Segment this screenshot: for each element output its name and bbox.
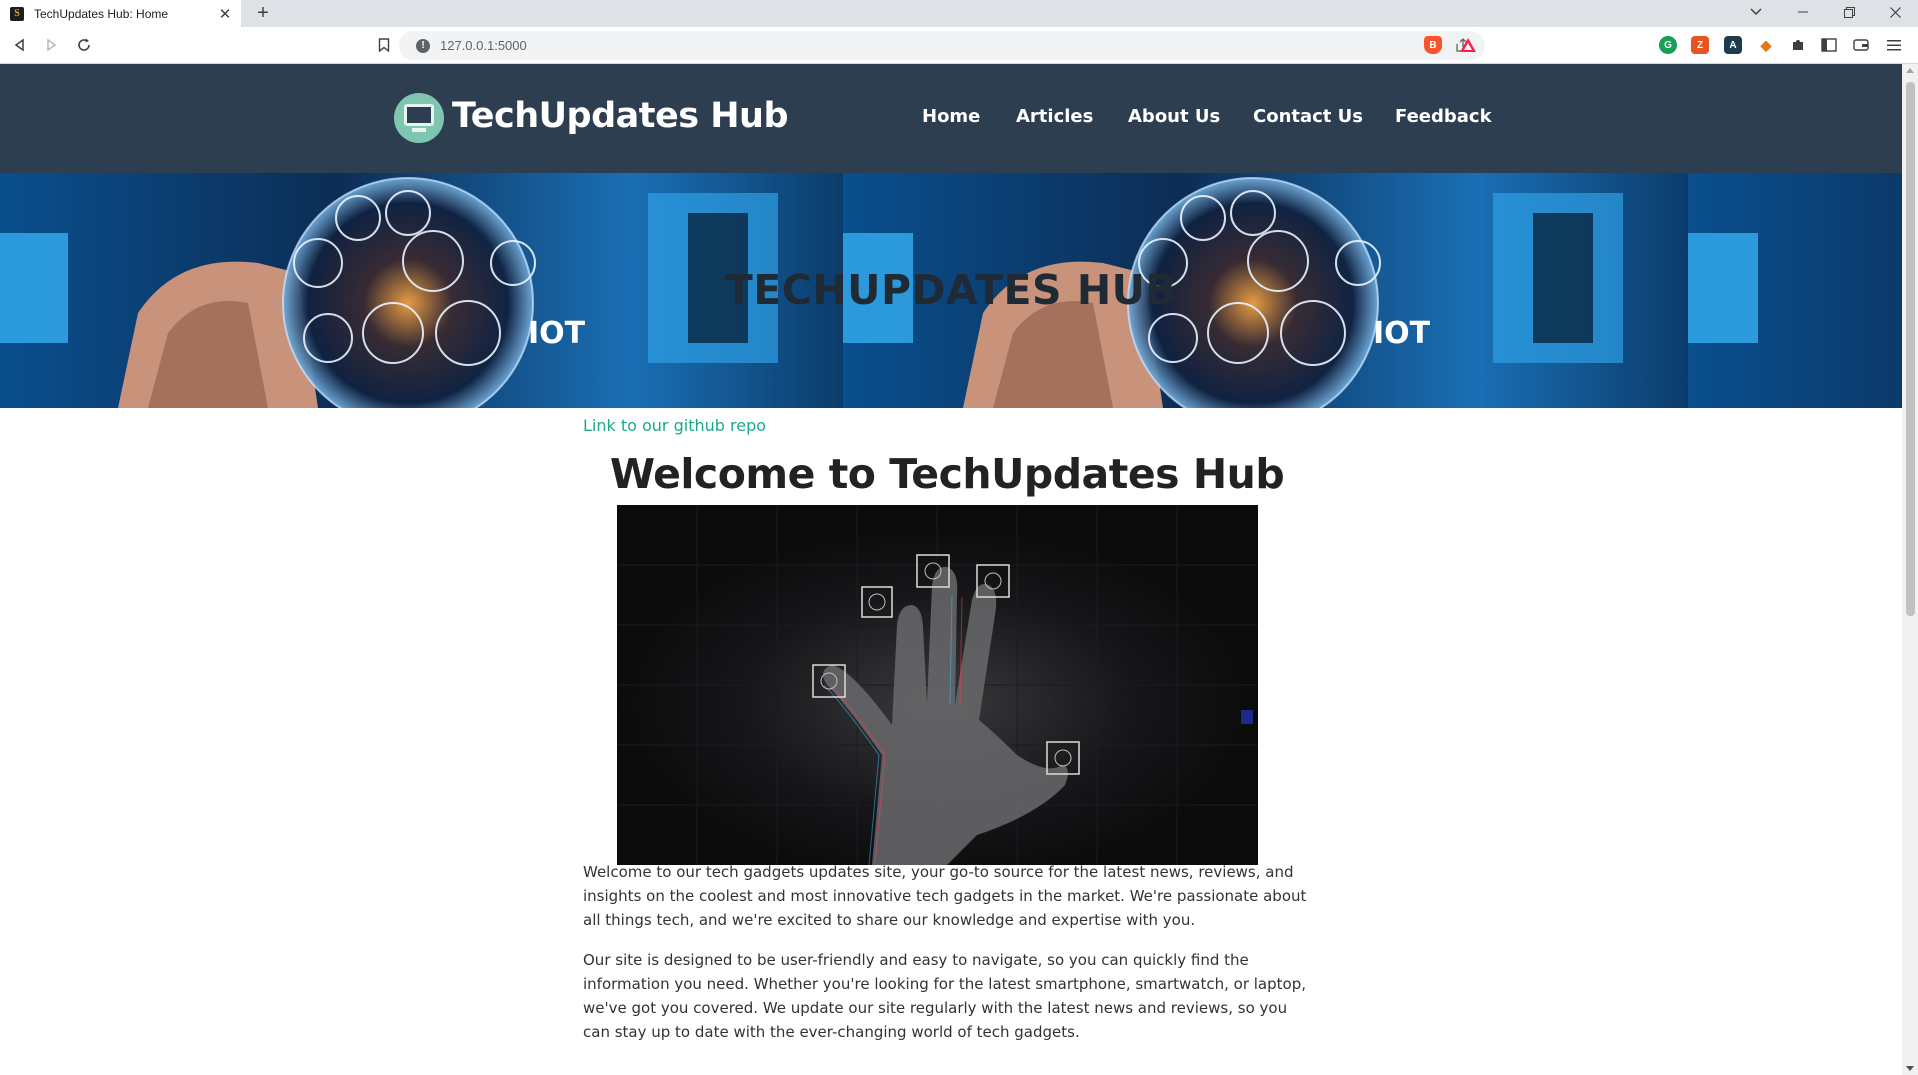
nav-about-us[interactable]: About Us [1128, 106, 1220, 127]
new-tab-button[interactable]: + [252, 2, 274, 24]
sidebar-icon[interactable] [1820, 36, 1838, 54]
extension-green-icon[interactable]: G [1659, 36, 1677, 54]
extension-orange-icon[interactable]: Z [1691, 36, 1709, 54]
restore-icon[interactable] [1829, 0, 1869, 24]
back-icon[interactable] [8, 33, 32, 57]
bookmark-icon[interactable] [372, 33, 396, 57]
wallet-icon[interactable] [1852, 36, 1870, 54]
tab-search-icon[interactable] [1736, 0, 1776, 24]
biometric-hand-image [617, 505, 1258, 865]
extension-blue-icon[interactable]: A [1724, 36, 1742, 54]
brave-rewards-icon[interactable] [1459, 36, 1477, 54]
hero-iot-label: IOT [528, 316, 586, 351]
navigation-paragraph: Our site is designed to be user-friendly… [583, 951, 1306, 1041]
tab-title: TechUpdates Hub: Home [34, 6, 169, 21]
scroll-down-icon[interactable] [1906, 1066, 1914, 1071]
page-viewport: TechUpdates Hub Home Articles About Us C… [0, 64, 1902, 1075]
page-scrollbar[interactable] [1902, 64, 1918, 1075]
tab-close-icon[interactable]: ✕ [217, 6, 233, 23]
menu-icon[interactable] [1885, 36, 1903, 54]
url-text: 127.0.0.1:5000 [440, 38, 527, 53]
tab-strip: S TechUpdates Hub: Home ✕ + [0, 0, 1918, 27]
extensions-puzzle-icon[interactable] [1789, 36, 1807, 54]
nav-articles[interactable]: Articles [1016, 106, 1093, 127]
browser-toolbar: ! 127.0.0.1:5000 B G Z A ◆ [0, 27, 1918, 64]
github-repo-link[interactable]: Link to our github repo [583, 416, 766, 435]
hero-title: TECHUPDATES HUB [724, 266, 1178, 314]
reload-icon[interactable] [72, 33, 96, 57]
metamask-icon[interactable]: ◆ [1757, 36, 1775, 54]
browser-tab[interactable]: S TechUpdates Hub: Home ✕ [0, 0, 241, 27]
scroll-up-icon[interactable] [1906, 68, 1914, 73]
hero-banner: IOT IOT TECHUPDATES HUB [0, 173, 1902, 408]
scroll-thumb[interactable] [1906, 82, 1915, 616]
window-close-icon[interactable] [1875, 0, 1915, 24]
address-bar[interactable]: ! 127.0.0.1:5000 [399, 31, 1485, 60]
forward-icon[interactable] [39, 33, 63, 57]
site-favicon-icon: S [10, 6, 24, 21]
nav-feedback[interactable]: Feedback [1395, 106, 1492, 127]
nav-home[interactable]: Home [922, 106, 980, 127]
monitor-logo-icon[interactable] [394, 93, 444, 143]
minimize-icon[interactable] [1783, 0, 1823, 24]
brave-shields-icon[interactable]: B [1424, 36, 1442, 54]
intro-paragraph: Welcome to our tech gadgets updates site… [583, 863, 1307, 929]
site-header: TechUpdates Hub Home Articles About Us C… [0, 64, 1902, 173]
hero-iot-label: IOT [1373, 316, 1431, 351]
site-info-icon[interactable]: ! [416, 38, 430, 53]
site-title[interactable]: TechUpdates Hub [452, 96, 789, 136]
nav-contact-us[interactable]: Contact Us [1253, 106, 1363, 127]
welcome-heading: Welcome to TechUpdates Hub [609, 450, 1285, 498]
